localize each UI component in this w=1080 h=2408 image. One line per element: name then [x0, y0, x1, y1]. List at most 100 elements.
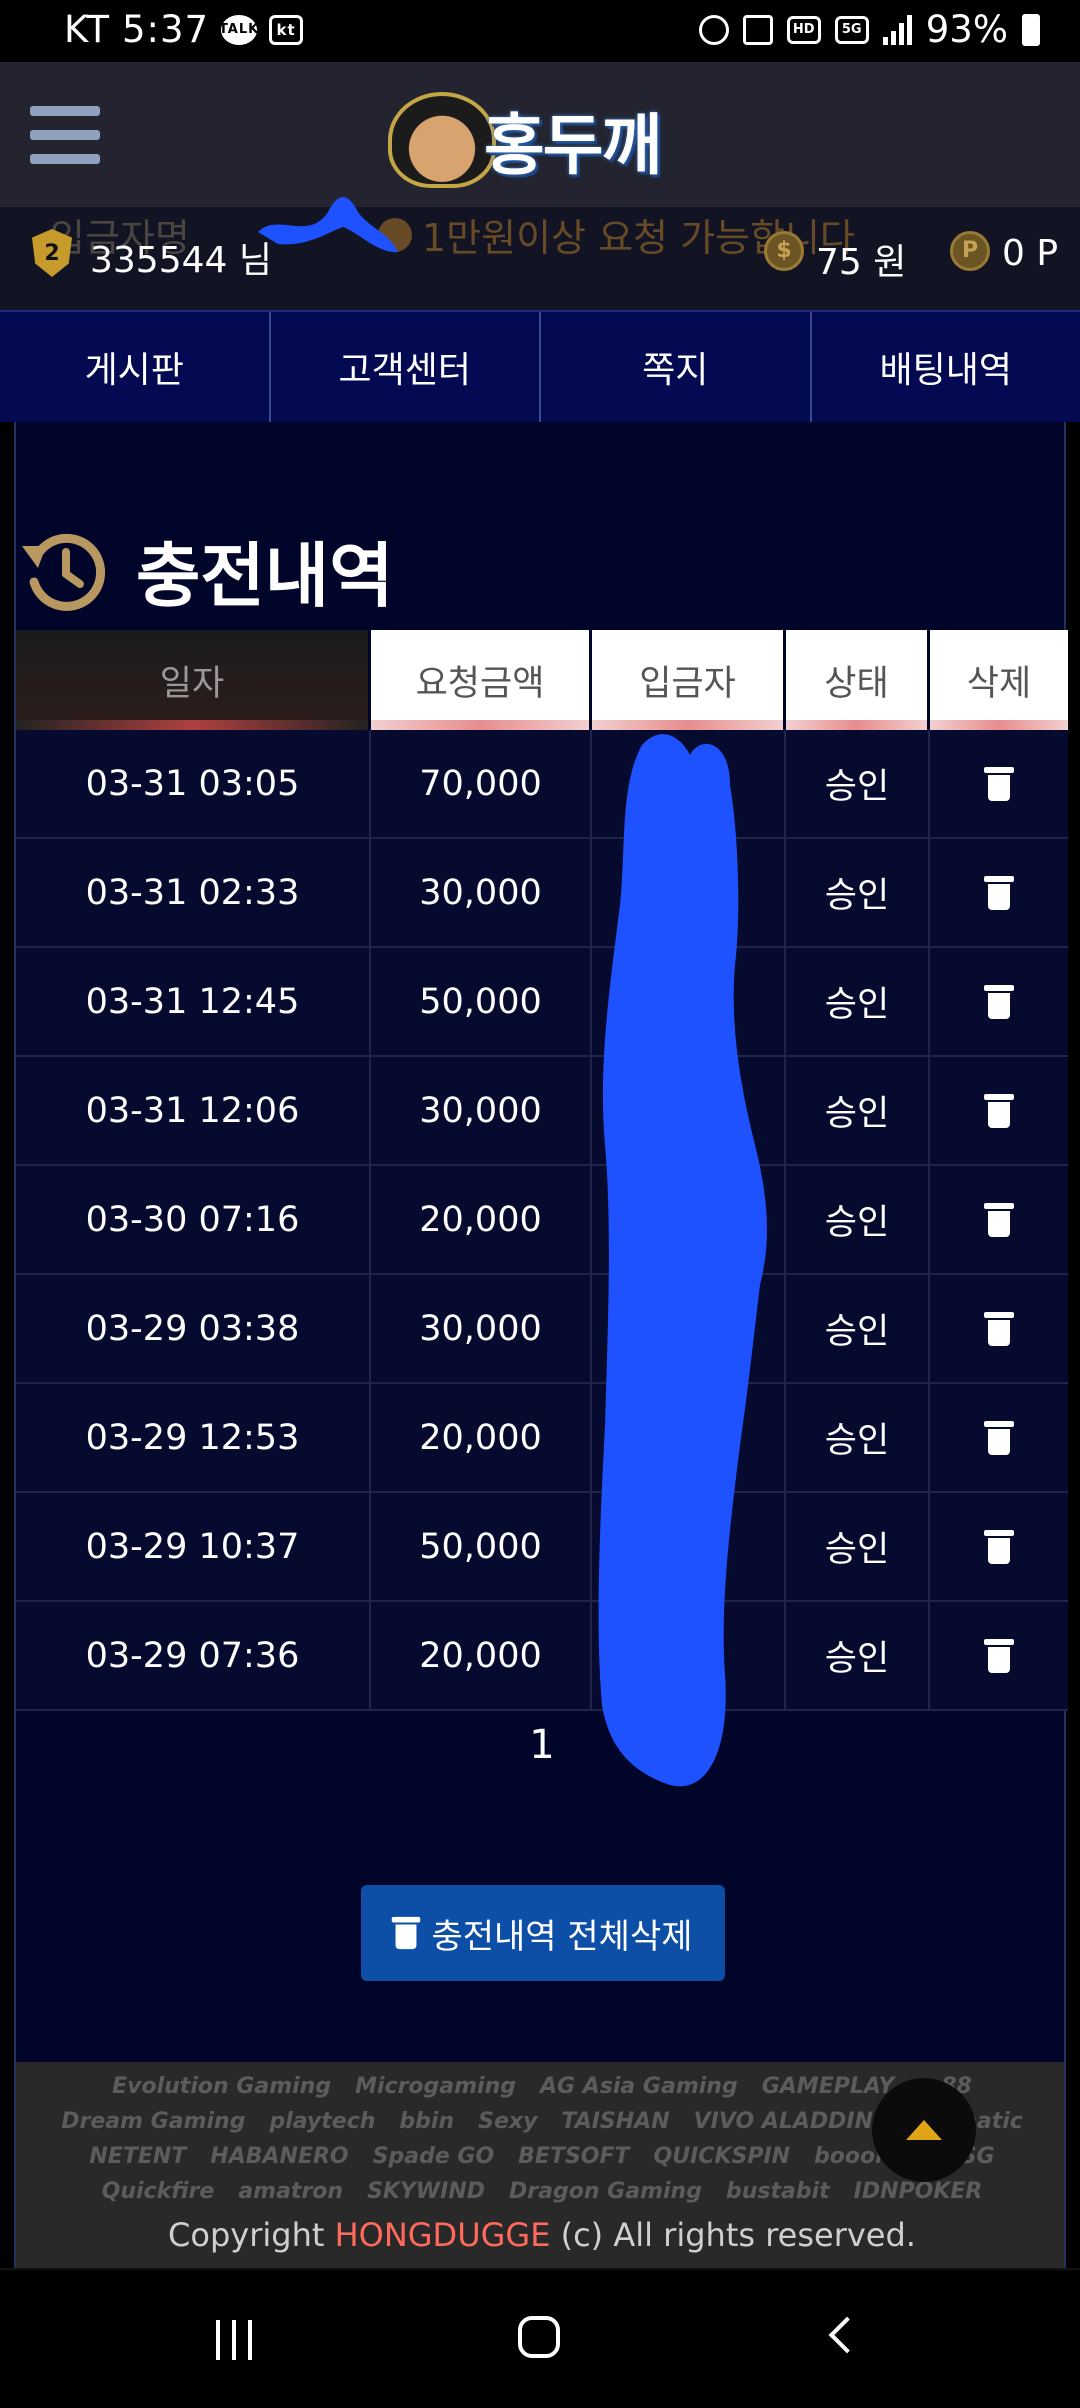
- copyright-brand: HONGDUGGE: [334, 2216, 551, 2254]
- tab-customer-center[interactable]: 고객센터: [271, 312, 541, 422]
- cell-amount: 50,000: [371, 948, 592, 1055]
- provider-logo: IDNPOKER: [853, 2179, 983, 2204]
- provider-logo: playtech: [269, 2109, 376, 2134]
- point-icon: P: [950, 231, 990, 271]
- copyright-suffix: (c) All rights reserved.: [560, 2216, 916, 2254]
- delete-button[interactable]: [930, 839, 1068, 946]
- copyright: Copyright HONGDUGGE (c) All rights reser…: [16, 2216, 1068, 2254]
- recents-icon[interactable]: [216, 2320, 252, 2360]
- provider-logo: AG Asia Gaming: [540, 2074, 738, 2099]
- table-row: 03-29 12:53 20,000 승인: [16, 1384, 1068, 1493]
- provider-logo: Evolution Gaming: [112, 2074, 332, 2099]
- main-content: 충전내역 일자 요청금액 입금자 상태 삭제 03-31 03:05 70,00…: [14, 422, 1068, 2062]
- trash-icon: [984, 1093, 1014, 1128]
- delete-button[interactable]: [930, 1166, 1068, 1273]
- delete-button[interactable]: [930, 730, 1068, 837]
- header-date: 일자: [16, 630, 371, 730]
- cell-amount: 20,000: [371, 1166, 592, 1273]
- network-5g-icon: 5G: [834, 15, 869, 44]
- delete-button[interactable]: [930, 1602, 1068, 1709]
- deposit-history-table: 일자 요청금액 입금자 상태 삭제 03-31 03:05 70,000 승인 …: [16, 630, 1068, 1711]
- tab-board[interactable]: 게시판: [0, 312, 271, 422]
- trash-icon: [984, 1202, 1014, 1237]
- cell-status: 승인: [786, 839, 930, 946]
- cell-amount: 20,000: [371, 1602, 592, 1709]
- provider-logo: TAISHAN: [561, 2109, 670, 2134]
- cell-date: 03-29 07:36: [16, 1602, 371, 1709]
- delete-all-button[interactable]: 충전내역 전체삭제: [361, 1885, 725, 1981]
- scroll-top-button[interactable]: [872, 2078, 976, 2182]
- redaction-scribble: [598, 734, 767, 1787]
- table-row: 03-29 07:36 20,000 승인: [16, 1602, 1068, 1711]
- back-icon[interactable]: [828, 2316, 866, 2354]
- clock: 5:37: [122, 8, 210, 51]
- system-nav-bar: [0, 2268, 1080, 2408]
- hamburger-icon[interactable]: [30, 106, 100, 164]
- copyright-prefix: Copyright: [168, 2216, 325, 2254]
- mute-icon: [742, 14, 773, 45]
- tab-messages[interactable]: 쪽지: [541, 312, 812, 422]
- pagination: 1: [16, 1722, 1068, 1768]
- delete-button[interactable]: [930, 1384, 1068, 1491]
- cell-status: 승인: [786, 948, 930, 1055]
- provider-logo: BETSOFT: [518, 2144, 630, 2169]
- site-logo[interactable]: 홍두깨: [388, 90, 698, 190]
- logo-text: 홍두깨: [484, 107, 662, 184]
- page-title: 충전내역: [136, 534, 394, 617]
- history-icon: [22, 533, 106, 611]
- provider-logo: bustabit: [725, 2179, 830, 2204]
- cell-status: 승인: [786, 1384, 930, 1491]
- kakaotalk-icon: TALK: [219, 14, 258, 45]
- cell-amount: 30,000: [371, 839, 592, 946]
- cell-date: 03-29 03:38: [16, 1275, 371, 1382]
- provider-logo: VIVO ALADDIN: [693, 2109, 874, 2134]
- trash-icon: [984, 1638, 1014, 1673]
- cell-status: 승인: [786, 1057, 930, 1164]
- cell-amount: 20,000: [371, 1384, 592, 1491]
- tab-betting-history[interactable]: 배팅내역: [812, 312, 1080, 422]
- table-row: 03-31 12:45 50,000 승인: [16, 948, 1068, 1057]
- provider-logo: bbin: [399, 2109, 455, 2134]
- delete-all-label: 충전내역 전체삭제: [431, 1916, 693, 1957]
- provider-logo: Sexy: [478, 2109, 538, 2134]
- delete-button[interactable]: [930, 1057, 1068, 1164]
- provider-logo: Dream Gaming: [61, 2109, 246, 2134]
- delete-button[interactable]: [930, 1493, 1068, 1600]
- delete-button[interactable]: [930, 948, 1068, 1055]
- provider-logo: Spade GO: [372, 2144, 495, 2169]
- cell-date: 03-29 10:37: [16, 1493, 371, 1600]
- table-header: 일자 요청금액 입금자 상태 삭제: [16, 630, 1068, 730]
- battery-icon: [1022, 13, 1040, 46]
- cell-date: 03-30 07:16: [16, 1166, 371, 1273]
- carrier: KT: [64, 8, 110, 51]
- cell-amount: 50,000: [371, 1493, 592, 1600]
- user-info-bar: 입금자명 1만원이상 요청 가능합니다 2 335544 님 $ 75 원 P …: [0, 207, 1080, 310]
- top-nav-tabs: 게시판 고객센터 쪽지 배팅내역: [0, 310, 1080, 422]
- provider-logo: GAMEPLAY: [761, 2074, 895, 2099]
- trash-icon: [984, 1529, 1014, 1564]
- cell-date: 03-31 03:05: [16, 730, 371, 837]
- site-header: 홍두깨: [0, 62, 1080, 207]
- header-depositor: 입금자: [592, 630, 786, 730]
- cell-date: 03-31 12:45: [16, 948, 371, 1055]
- trash-icon: [392, 1916, 421, 1950]
- arrow-up-icon: [906, 2120, 942, 2140]
- provider-logo: SKYWIND: [367, 2179, 486, 2204]
- hd-icon: HD: [786, 15, 821, 44]
- table-row: 03-29 10:37 50,000 승인: [16, 1493, 1068, 1602]
- trash-icon: [984, 1311, 1014, 1346]
- provider-logo: Microgaming: [355, 2074, 517, 2099]
- cell-amount: 70,000: [371, 730, 592, 837]
- status-right: HD 5G 93%: [698, 8, 1040, 51]
- status-bar: KT 5:37 TALK kt HD 5G 93%: [0, 0, 1080, 62]
- page-number-current[interactable]: 1: [529, 1722, 554, 1768]
- provider-logo: NETENT: [89, 2144, 187, 2169]
- alarm-icon: [698, 14, 729, 45]
- cell-amount: 30,000: [371, 1275, 592, 1382]
- cell-date: 03-31 12:06: [16, 1057, 371, 1164]
- trash-icon: [984, 1420, 1014, 1455]
- redaction-scribble: [258, 197, 398, 253]
- money-balance: 75 원: [816, 242, 907, 283]
- delete-button[interactable]: [930, 1275, 1068, 1382]
- home-icon[interactable]: [518, 2316, 560, 2358]
